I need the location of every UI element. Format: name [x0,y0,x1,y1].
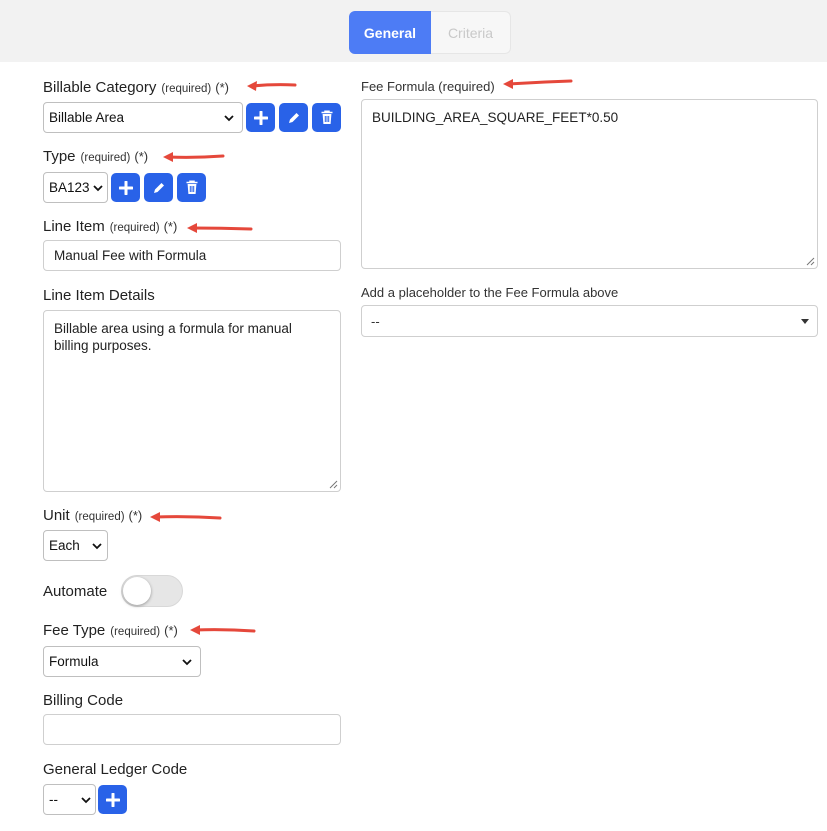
billable-category-select[interactable]: Billable Area [43,102,243,133]
caret-down-icon [801,319,809,324]
line-item-label-text: Line Item [43,218,105,235]
billing-code-input[interactable] [43,714,341,745]
edit-billable-category-button[interactable] [279,103,308,132]
add-general-ledger-code-button[interactable] [98,785,127,814]
fee-formula-textarea[interactable]: BUILDING_AREA_SQUARE_FEET*0.50 [361,99,818,269]
required-star: (*) [128,508,143,523]
required-text: (required) [110,626,161,638]
resize-handle-icon[interactable] [806,257,815,266]
automate-label-text: Automate [43,583,108,600]
annotation-arrow [150,512,222,522]
line-item-details-value: Billable area using a formula for manual… [54,321,292,353]
delete-billable-category-button[interactable] [312,103,341,132]
chevron-down-icon [182,659,192,666]
line-item-label: Line Item (required) (*) [43,218,177,235]
required-text: (required) [74,511,125,523]
trash-icon [321,110,332,124]
automate-toggle[interactable] [121,575,183,607]
delete-type-button[interactable] [177,173,206,202]
required-text: (required) [109,222,160,234]
line-item-details-textarea[interactable]: Billable area using a formula for manual… [43,310,341,492]
tab-bar: General Criteria [0,0,827,62]
automate-label: Automate [43,583,107,600]
fee-formula-label: Fee Formula (required) [361,79,495,94]
line-item-details-label: Line Item Details [43,287,155,304]
unit-value: Each [49,538,80,553]
general-ledger-code-value: -- [49,792,58,807]
tab-general[interactable]: General [349,11,431,54]
type-value: BA123 [49,180,90,195]
plus-icon [118,180,133,195]
line-item-input[interactable]: Manual Fee with Formula [43,240,341,271]
plus-icon [253,110,268,125]
required-text: (required) [80,152,131,164]
toggle-knob [123,577,151,605]
chevron-down-icon [93,185,103,192]
chevron-down-icon [224,115,234,122]
general-ledger-code-select[interactable]: -- [43,784,96,815]
billing-code-label-text: Billing Code [43,692,124,709]
annotation-arrow [503,79,573,89]
type-label-text: Type [43,148,76,165]
plus-icon [105,792,120,807]
required-star: (*) [215,80,229,95]
add-type-button[interactable] [111,173,140,202]
annotation-arrow [163,152,225,162]
placeholder-label: Add a placeholder to the Fee Formula abo… [361,285,619,300]
resize-handle-icon[interactable] [329,480,338,489]
type-select[interactable]: BA123 [43,172,108,203]
line-item-details-label-text: Line Item Details [43,287,155,304]
required-star: (*) [163,219,178,234]
placeholder-value: -- [371,313,380,329]
fee-type-label: Fee Type (required) (*) [43,622,178,639]
edit-type-button[interactable] [144,173,173,202]
chevron-down-icon [81,797,91,804]
pencil-icon [288,112,299,123]
billable-category-label-text: Billable Category [43,79,157,96]
fee-formula-value: BUILDING_AREA_SQUARE_FEET*0.50 [372,110,619,125]
unit-label-text: Unit [43,507,70,524]
billing-code-label: Billing Code [43,692,123,709]
tab-group: General Criteria [349,11,511,54]
placeholder-select[interactable]: -- [361,305,818,337]
general-ledger-code-label: General Ledger Code [43,761,187,778]
pencil-icon [153,182,164,193]
fee-type-select[interactable]: Formula [43,646,201,677]
required-text: (required) [161,83,212,95]
trash-icon [186,180,197,194]
annotation-arrow [247,81,297,91]
fee-type-label-text: Fee Type [43,622,106,639]
billable-category-label: Billable Category (required) (*) [43,79,229,96]
required-star: (*) [134,149,149,164]
type-label: Type (required) (*) [43,148,148,165]
required-star: (*) [164,623,178,638]
tab-criteria[interactable]: Criteria [431,11,511,54]
fee-type-value: Formula [49,654,99,669]
add-billable-category-button[interactable] [246,103,275,132]
chevron-down-icon [92,543,102,550]
annotation-arrow [187,223,253,233]
unit-label: Unit (required) (*) [43,507,142,524]
billable-category-value: Billable Area [49,110,125,125]
annotation-arrow [190,625,256,635]
general-ledger-code-label-text: General Ledger Code [43,761,188,778]
unit-select[interactable]: Each [43,530,108,561]
